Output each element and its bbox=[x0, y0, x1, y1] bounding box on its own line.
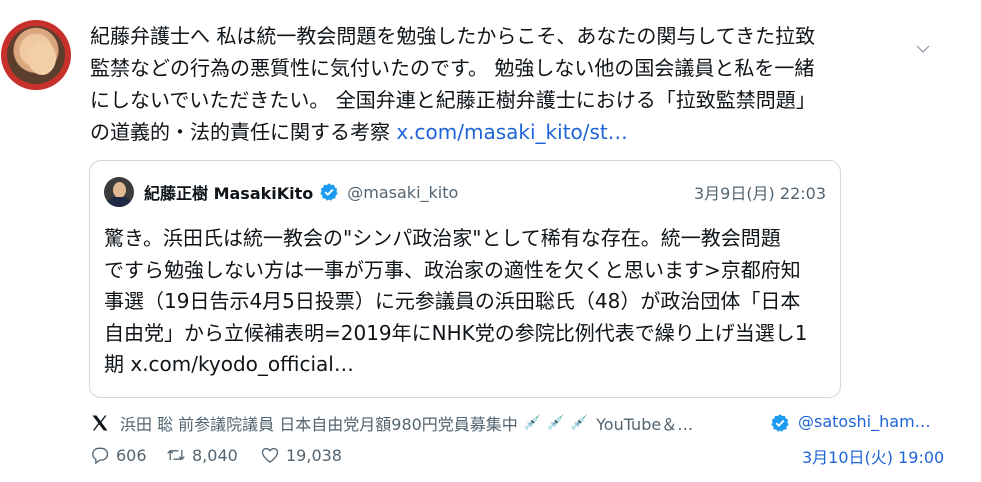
author-avatar[interactable] bbox=[1, 20, 71, 90]
author-avatar-face bbox=[28, 41, 56, 75]
chevron-down-icon[interactable] bbox=[912, 38, 934, 60]
tweet-line: 紀藤弁護士へ 私は統一教会問題を勉強したからこそ、あなたの関与してきた拉致 bbox=[90, 24, 816, 48]
quoted-author-handle[interactable]: @masaki_kito bbox=[347, 183, 458, 202]
like-icon bbox=[261, 447, 279, 463]
source-account-name[interactable]: 浜田 聡 前参議院議員 日本自由党月額980円党員募集中 bbox=[120, 411, 518, 435]
quoted-tweet-line: 驚き。浜田氏は統一教会の"シンパ政治家"として稀有な存在。統一教会問題 bbox=[104, 226, 781, 250]
reply-button[interactable]: 606 bbox=[90, 442, 147, 468]
retweet-count: 8,040 bbox=[192, 445, 238, 465]
quoted-tweet-body: 驚き。浜田氏は統一教会の"シンパ政治家"として稀有な存在。統一教会問題 ですら勉… bbox=[104, 223, 824, 381]
quoted-tweet-header: 紀藤正樹 MasakiKito @masaki_kito 3月9日(月) 22:… bbox=[104, 177, 826, 207]
verified-badge-icon bbox=[320, 183, 338, 201]
quoted-avatar-face bbox=[113, 182, 126, 198]
like-button[interactable]: 19,038 bbox=[260, 442, 342, 468]
tweet-body: 紀藤弁護士へ 私は統一教会問題を勉強したからこそ、あなたの関与してきた拉致 監禁… bbox=[90, 20, 880, 148]
like-count: 19,038 bbox=[286, 445, 342, 465]
source-account-row[interactable]: 浜田 聡 前参議院議員 日本自由党月額980円党員募集中 💉 💉 💉 YouTu… bbox=[90, 410, 970, 436]
quoted-author-avatar[interactable] bbox=[104, 177, 134, 207]
syringe-icon: 💉 bbox=[547, 415, 565, 431]
quoted-tweet-line: 自由党」から立候補表明=2019年にNHK党の参院比例代表で繰り上げ当選し1 bbox=[104, 320, 808, 345]
quoted-tweet-date[interactable]: 3月9日(月) 22:03 bbox=[694, 180, 826, 204]
tweet-link[interactable]: x.com/masaki_kito/st… bbox=[396, 120, 627, 144]
syringe-icon: 💉 bbox=[523, 415, 542, 431]
post-timestamp[interactable]: 3月10日(火) 19:00 bbox=[802, 444, 944, 468]
quoted-author-name[interactable]: 紀藤正樹 MasakiKito bbox=[144, 180, 313, 204]
tweet-line: 監禁などの行為の悪質性に気付いたのです。 勉強しない他の国会議員と私を一緒 bbox=[90, 56, 815, 80]
source-account-handle[interactable]: @satoshi_ham… bbox=[798, 412, 931, 431]
quoted-tweet-line: 事選（19日告示4月5日投票）に元参議員の浜田聡氏（48）が政治団体「日本 bbox=[104, 289, 801, 313]
author-avatar-image bbox=[7, 26, 65, 84]
tweet-actions: 606 8,040 19,038 3月10日(火) 19:00 bbox=[90, 442, 970, 468]
quoted-tweet-card[interactable]: 紀藤正樹 MasakiKito @masaki_kito 3月9日(月) 22:… bbox=[89, 160, 841, 398]
reply-count: 606 bbox=[116, 445, 147, 465]
retweet-icon bbox=[167, 449, 185, 461]
quoted-tweet-line: ですら勉強しない方は一事が万事、政治家の適性を欠くと思います>京都府知 bbox=[104, 257, 801, 282]
tweet-line-text: の道義的・法的責任に関する考察 bbox=[90, 120, 397, 144]
verified-badge-icon bbox=[771, 414, 789, 432]
syringe-icon: 💉 bbox=[570, 415, 589, 431]
retweet-button[interactable]: 8,040 bbox=[166, 442, 238, 468]
x-logo-icon bbox=[92, 415, 108, 431]
reply-icon bbox=[92, 447, 109, 465]
source-account-name-rest: YouTube＆… bbox=[596, 415, 694, 434]
tweet-line: にしないでいただきたい。 全国弁連と紀藤正樹弁護士における「拉致監禁問題」 bbox=[90, 88, 816, 112]
quoted-tweet-line: 期 x.com/kyodo_official… bbox=[104, 352, 354, 376]
quoted-avatar-body bbox=[107, 197, 131, 207]
tweet-line-last: の道義的・法的責任に関する考察 x.com/masaki_kito/st… bbox=[90, 116, 880, 148]
